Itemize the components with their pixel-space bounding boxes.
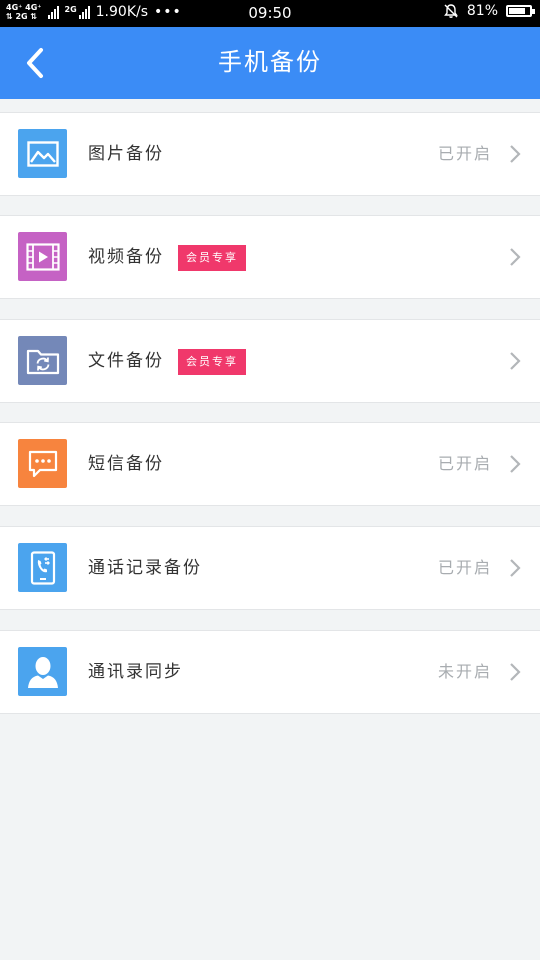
item-status: 已开启: [437, 558, 492, 577]
page-title: 手机备份: [218, 48, 322, 76]
chevron-right-icon: [510, 663, 521, 681]
item-label: 通话记录备份: [88, 558, 202, 578]
list-item-contacts-sync[interactable]: 通讯录同步 未开启: [0, 630, 540, 714]
battery-level-fill: [509, 8, 525, 14]
item-label: 通讯录同步: [88, 662, 183, 682]
battery-icon: [506, 5, 535, 17]
member-only-badge: 会员专享: [178, 245, 246, 271]
item-label: 视频备份: [88, 247, 164, 267]
item-status: 已开启: [437, 144, 492, 163]
call-log-icon: [30, 550, 55, 585]
photo-backup-icon-tile: [18, 129, 67, 178]
list-item-file-backup[interactable]: 文件备份 会员专享: [0, 319, 540, 403]
list-item-photo-backup[interactable]: 图片备份 已开启: [0, 112, 540, 196]
back-button[interactable]: [22, 45, 52, 81]
video-icon: [25, 242, 60, 271]
contact-icon: [27, 656, 58, 688]
call-log-backup-icon-tile: [18, 543, 67, 592]
chevron-right-icon: [510, 455, 521, 473]
list-item-sms-backup[interactable]: 短信备份 已开启: [0, 422, 540, 506]
status-bar: 4G⁺ 4G⁺ ⇅ 2G ⇅ 2G 1.90K/s ••• 09:50 81%: [0, 0, 540, 27]
sms-backup-icon-tile: [18, 439, 67, 488]
chevron-right-icon: [510, 559, 521, 577]
item-label: 图片备份: [88, 144, 164, 164]
item-label: 短信备份: [88, 454, 164, 474]
item-label: 文件备份: [88, 351, 164, 371]
list-item-video-backup[interactable]: 视频备份 会员专享: [0, 215, 540, 299]
member-only-badge: 会员专享: [178, 349, 246, 375]
message-icon: [28, 450, 57, 477]
image-icon: [26, 140, 59, 167]
chevron-right-icon: [510, 352, 521, 370]
app-header: 手机备份: [0, 27, 540, 99]
item-status: 已开启: [437, 454, 492, 473]
contacts-sync-icon-tile: [18, 647, 67, 696]
item-status: 未开启: [437, 662, 492, 681]
battery-percent: 81%: [466, 3, 498, 19]
alarm-off-icon: [443, 4, 458, 18]
list-item-call-log-backup[interactable]: 通话记录备份 已开启: [0, 526, 540, 610]
chevron-left-icon: [27, 48, 43, 78]
file-backup-icon-tile: [18, 336, 67, 385]
video-backup-icon-tile: [18, 232, 67, 281]
folder-sync-icon: [26, 349, 59, 374]
status-bar-right: 81%: [443, 3, 535, 19]
chevron-right-icon: [510, 248, 521, 266]
chevron-right-icon: [510, 145, 521, 163]
